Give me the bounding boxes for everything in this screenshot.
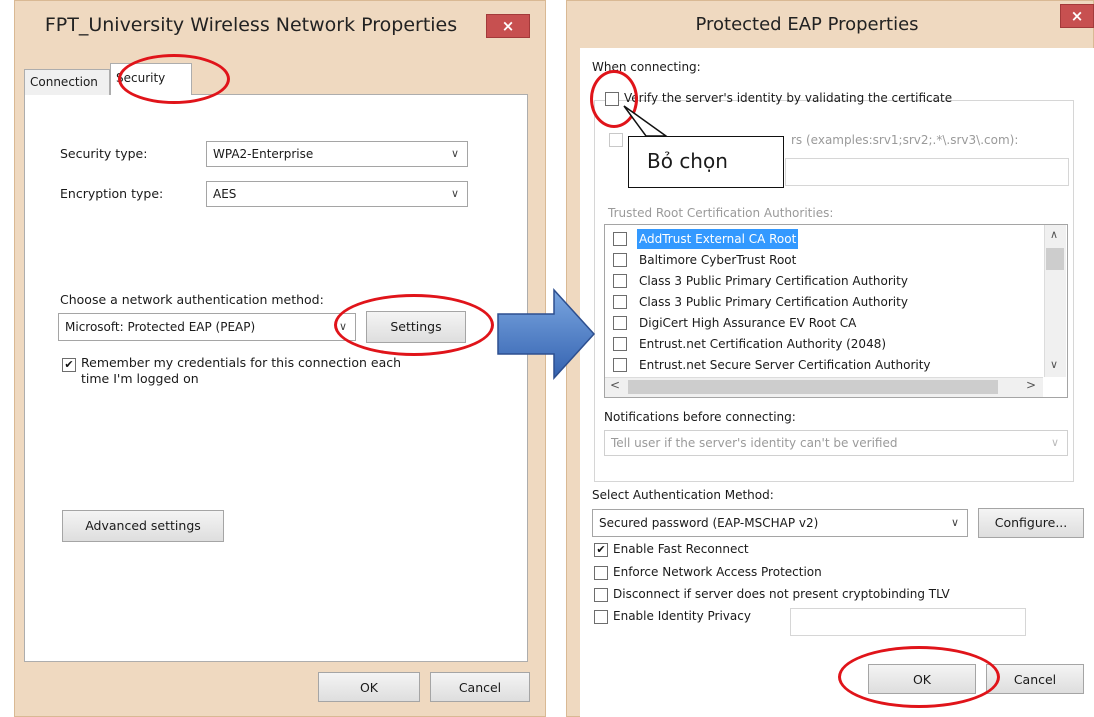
cryptobinding-checkbox[interactable] <box>594 588 608 602</box>
notifications-value: Tell user if the server's identity can't… <box>611 436 898 450</box>
auth-method-select[interactable]: Microsoft: Protected EAP (PEAP) ∨ <box>58 313 356 341</box>
security-type-value: WPA2-Enterprise <box>213 147 314 161</box>
certificate-name: Entrust.net Secure Server Certification … <box>639 358 931 372</box>
certificate-checkbox[interactable] <box>613 232 627 246</box>
certificate-checkbox[interactable] <box>613 274 627 288</box>
connect-servers-label: rs (examples:srv1;srv2;.*\.srv3\.com): <box>791 133 1019 147</box>
trusted-root-label: Trusted Root Certification Authorities: <box>608 206 834 220</box>
advanced-settings-button[interactable]: Advanced settings <box>62 510 224 542</box>
scroll-right-icon[interactable]: > <box>1026 378 1036 392</box>
certificate-name: Entrust.net Certification Authority (204… <box>639 337 887 351</box>
left-dialog-title: FPT_University Wireless Network Properti… <box>44 14 458 36</box>
right-close-button[interactable]: × <box>1060 4 1094 28</box>
enforce-nap-label: Enforce Network Access Protection <box>613 565 822 579</box>
left-cancel-button[interactable]: Cancel <box>430 672 530 702</box>
identity-privacy-checkbox[interactable] <box>594 610 608 624</box>
chevron-down-icon: ∨ <box>950 516 959 529</box>
settings-button[interactable]: Settings <box>366 311 466 343</box>
security-type-label: Security type: <box>60 146 148 161</box>
enforce-nap-checkbox[interactable] <box>594 566 608 580</box>
encryption-type-label: Encryption type: <box>60 186 164 201</box>
chevron-down-icon: ∨ <box>450 147 459 160</box>
remember-credentials-label: Remember my credentials for this connect… <box>81 355 402 370</box>
chevron-down-icon: ∨ <box>338 320 347 333</box>
identity-privacy-label: Enable Identity Privacy <box>613 609 751 623</box>
verify-identity-checkbox[interactable] <box>605 92 619 106</box>
left-ok-button[interactable]: OK <box>318 672 420 702</box>
scroll-down-icon[interactable]: ∨ <box>1050 358 1058 371</box>
arrow-right-icon <box>497 288 596 380</box>
identity-privacy-input[interactable] <box>790 608 1026 636</box>
cryptobinding-label: Disconnect if server does not present cr… <box>613 587 950 601</box>
chevron-down-icon: ∨ <box>1050 436 1059 449</box>
scroll-left-icon[interactable]: < <box>610 378 620 392</box>
auth-method-label: Choose a network authentication method: <box>60 292 324 307</box>
security-type-select[interactable]: WPA2-Enterprise ∨ <box>206 141 468 167</box>
certificate-checkbox[interactable] <box>613 253 627 267</box>
auth-method-value: Secured password (EAP-MSCHAP v2) <box>599 516 819 530</box>
select-auth-method-label: Select Authentication Method: <box>592 488 774 502</box>
certificate-name: DigiCert High Assurance EV Root CA <box>639 316 857 330</box>
certificate-name: Class 3 Public Primary Certification Aut… <box>639 295 908 309</box>
auth-method-value: Microsoft: Protected EAP (PEAP) <box>65 320 256 334</box>
certificate-checkbox[interactable] <box>613 358 627 372</box>
tab-security[interactable]: Security <box>110 63 192 95</box>
auth-method-select[interactable]: Secured password (EAP-MSCHAP v2) ∨ <box>592 509 968 537</box>
connect-servers-input[interactable] <box>785 158 1069 186</box>
scroll-up-icon[interactable]: ∧ <box>1050 228 1058 241</box>
tab-connection[interactable]: Connection <box>24 69 110 95</box>
encryption-type-select[interactable]: AES ∨ <box>206 181 468 207</box>
right-ok-button[interactable]: OK <box>868 664 976 694</box>
certificate-checkbox[interactable] <box>613 337 627 351</box>
configure-button[interactable]: Configure... <box>978 508 1084 538</box>
notifications-label: Notifications before connecting: <box>604 410 796 424</box>
vertical-scroll-thumb[interactable] <box>1046 248 1064 270</box>
right-dialog-title: Protected EAP Properties <box>695 14 919 35</box>
verify-identity-label: Verify the server's identity by validati… <box>624 91 953 105</box>
notifications-select[interactable]: Tell user if the server's identity can't… <box>604 430 1068 456</box>
horizontal-scroll-thumb[interactable] <box>628 380 998 394</box>
fast-reconnect-checkbox[interactable]: ✔ <box>594 543 608 557</box>
remember-credentials-checkbox[interactable]: ✔ <box>62 358 76 372</box>
certificate-name: Class 3 Public Primary Certification Aut… <box>639 274 908 288</box>
left-close-button[interactable]: × <box>486 14 530 38</box>
certificate-checkbox[interactable] <box>613 316 627 330</box>
certificate-checkbox[interactable] <box>613 295 627 309</box>
fast-reconnect-label: Enable Fast Reconnect <box>613 542 749 556</box>
trusted-root-list[interactable]: AddTrust External CA Root Baltimore Cybe… <box>604 224 1068 398</box>
right-cancel-button[interactable]: Cancel <box>986 664 1084 694</box>
when-connecting-label: When connecting: <box>592 60 701 74</box>
certificate-name: AddTrust External CA Root <box>637 229 799 249</box>
callout-pointer-icon <box>623 105 669 137</box>
encryption-type-value: AES <box>213 187 237 201</box>
certificate-name: Baltimore CyberTrust Root <box>639 253 797 267</box>
chevron-down-icon: ∨ <box>450 187 459 200</box>
remember-credentials-label-cont: time I'm logged on <box>81 371 199 386</box>
